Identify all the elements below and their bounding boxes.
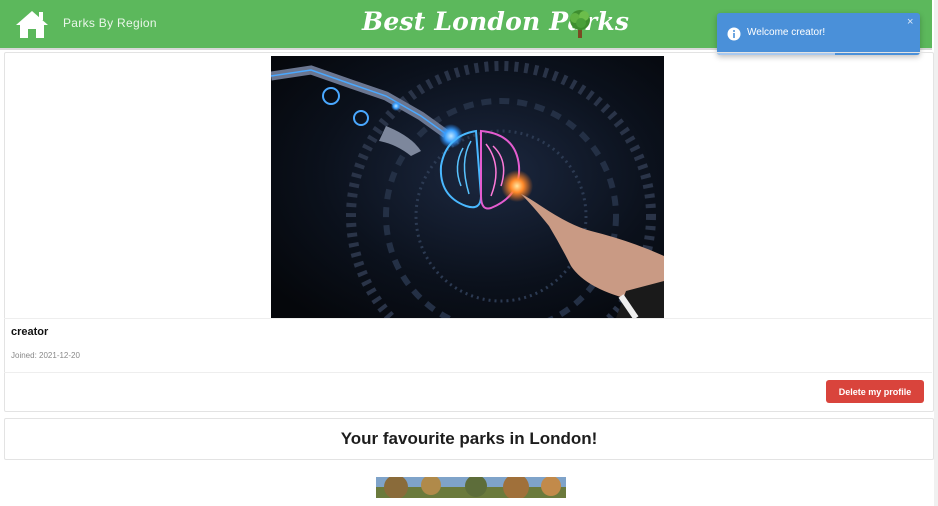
card-divider <box>4 318 932 319</box>
tree-icon <box>566 9 594 39</box>
username: creator <box>11 326 49 338</box>
welcome-toast: Welcome creator! × <box>717 13 920 55</box>
toast-message: Welcome creator! <box>747 27 826 38</box>
home-icon[interactable] <box>14 8 50 40</box>
favourites-title: Your favourite parks in London! <box>340 429 598 448</box>
close-icon[interactable]: × <box>907 16 913 28</box>
profile-image <box>271 56 664 318</box>
info-icon <box>727 27 741 41</box>
delete-profile-button[interactable]: Delete my profile <box>826 380 924 403</box>
card-footer-divider <box>4 372 932 373</box>
park-image[interactable] <box>376 477 566 498</box>
scrollbar[interactable] <box>934 0 938 506</box>
joined-date: Joined: 2021-12-20 <box>11 351 80 360</box>
parks-by-region-link[interactable]: Parks By Region <box>63 16 157 30</box>
favourites-header-card: Your favourite parks in London! <box>4 418 934 460</box>
